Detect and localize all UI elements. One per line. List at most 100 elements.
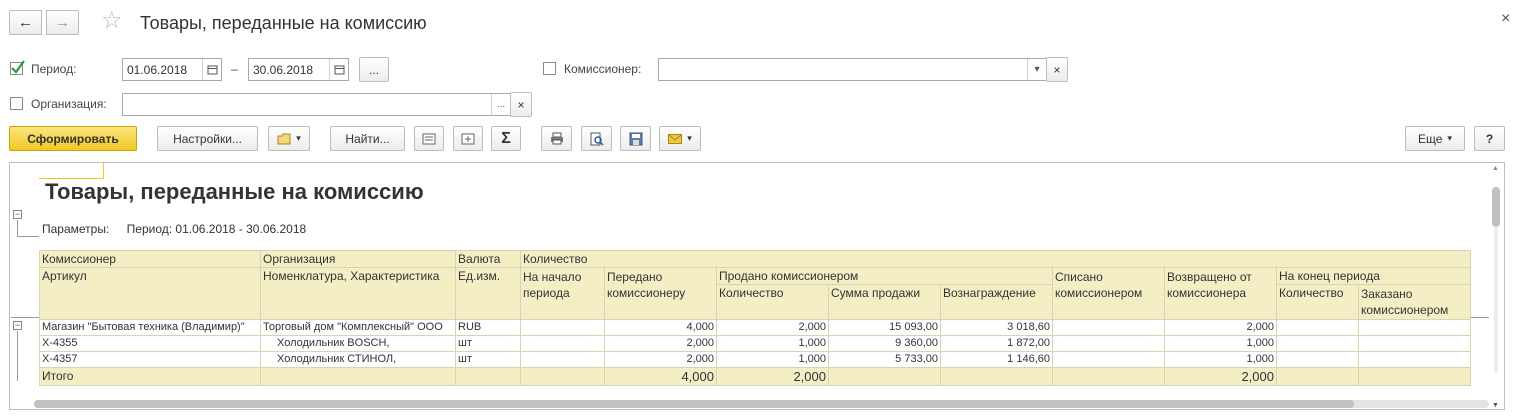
sum-icon: Σ — [501, 129, 511, 147]
period-to-value: 30.06.2018 — [253, 62, 314, 77]
report-area[interactable]: − Товары, переданные на комиссию Парамет… — [9, 162, 1505, 410]
header-cell: На конец периода — [1276, 267, 1471, 285]
period-select-button[interactable]: ... — [359, 57, 389, 82]
organization-clear-button[interactable]: × — [510, 92, 532, 117]
calendar-icon[interactable] — [329, 59, 348, 80]
table-row[interactable]: Магазин "Бытовая техника (Владимир)" Тор… — [39, 319, 1471, 336]
table-cell: Магазин "Бытовая техника (Владимир)" — [39, 319, 261, 336]
favorite-star-icon[interactable]: ☆ — [101, 8, 123, 34]
table-row[interactable]: X-4355 Холодильник BOSCH, шт 2,000 1,000… — [39, 335, 1471, 352]
chevron-down-icon: ▾ — [687, 133, 692, 143]
clear-icon: × — [517, 97, 525, 112]
commissioner-checkbox[interactable] — [543, 62, 556, 75]
select-icon[interactable]: ... — [491, 94, 510, 115]
table-cell — [520, 335, 605, 352]
forward-button[interactable]: → — [46, 10, 79, 35]
collapse-groups-button[interactable] — [453, 126, 483, 151]
close-icon[interactable]: × — [1501, 10, 1510, 28]
table-cell — [520, 351, 605, 368]
table-cell — [828, 367, 941, 386]
variants-button[interactable]: ▾ — [268, 126, 310, 151]
header-cell: Номенклатура, Характеристика — [260, 267, 456, 320]
total-row[interactable]: Итого 4,000 2,000 2,000 — [39, 367, 1471, 386]
save-icon — [629, 132, 642, 145]
period-checkbox[interactable] — [10, 60, 25, 75]
period-label: Период: — [31, 62, 77, 76]
commissioner-clear-button[interactable]: × — [1046, 57, 1068, 82]
checkmark-icon — [11, 60, 25, 74]
collapse-group-icon[interactable]: − — [13, 210, 22, 219]
folder-icon — [277, 133, 291, 144]
header-cell: Количество — [1276, 284, 1359, 320]
table-cell: Холодильник BOSCH, — [260, 335, 456, 352]
expand-groups-button[interactable] — [414, 126, 444, 151]
table-cell — [1358, 319, 1471, 336]
table-cell — [1276, 351, 1359, 368]
params-value: Период: 01.06.2018 - 30.06.2018 — [126, 222, 307, 236]
table-cell — [520, 367, 605, 386]
table-cell: 2,000 — [716, 319, 829, 336]
header-cell: Вознаграждение — [940, 284, 1053, 320]
help-button[interactable]: ? — [1474, 126, 1505, 151]
organization-checkbox[interactable] — [10, 97, 23, 110]
generate-button[interactable]: Сформировать — [9, 126, 137, 151]
period-from-field[interactable]: 01.06.2018 — [122, 58, 222, 81]
group-line — [17, 220, 39, 237]
report-title: Товары, переданные на комиссию — [45, 179, 424, 204]
header-cell: Количество — [520, 250, 1471, 268]
table-cell — [455, 367, 521, 386]
table-row[interactable]: X-4357 Холодильник СТИНОЛ, шт 2,000 1,00… — [39, 351, 1471, 368]
table-cell — [1052, 367, 1165, 386]
settings-button[interactable]: Настройки... — [157, 126, 258, 151]
arrow-left-icon: ← — [18, 14, 33, 31]
organization-field[interactable]: ... — [122, 93, 511, 116]
table-cell: шт — [455, 335, 521, 352]
header-cell: Продано комиссионером — [716, 267, 1053, 285]
vertical-scroll-track — [1494, 227, 1498, 372]
table-cell — [1052, 351, 1165, 368]
collapse-group-icon[interactable]: − — [13, 321, 22, 330]
table-cell — [1276, 335, 1359, 352]
sum-button[interactable]: Σ — [491, 126, 521, 151]
horizontal-scrollbar[interactable] — [34, 400, 1489, 408]
back-button[interactable]: ← — [9, 10, 42, 35]
save-button[interactable] — [620, 126, 651, 151]
table-cell — [1358, 351, 1471, 368]
envelope-icon — [668, 133, 683, 144]
period-to-field[interactable]: 30.06.2018 — [248, 58, 349, 81]
find-button[interactable]: Найти... — [330, 126, 405, 151]
table-cell: 1 146,60 — [940, 351, 1053, 368]
header-cell: На начало периода — [520, 267, 605, 320]
scroll-down-icon[interactable]: ▼ — [1492, 402, 1499, 409]
chevron-down-icon: ▾ — [296, 133, 301, 143]
report-table: Комиссионер Организация Валюта Количеств… — [39, 250, 1471, 386]
vertical-scrollbar[interactable]: ▲ ▼ — [1492, 165, 1500, 409]
total-cell: 2,000 — [716, 367, 829, 386]
header-cell: Списано комиссионером — [1052, 267, 1165, 320]
header-cell: Передано комиссионеру — [604, 267, 717, 320]
scroll-up-icon[interactable]: ▲ — [1492, 165, 1499, 172]
table-cell — [1358, 367, 1471, 386]
table-cell — [1358, 335, 1471, 352]
calendar-icon[interactable] — [202, 59, 221, 80]
send-button[interactable]: ▾ — [659, 126, 701, 151]
table-cell: X-4357 — [39, 351, 261, 368]
commissioner-field[interactable]: ▾ — [658, 58, 1047, 81]
more-button[interactable]: Еще ▾ — [1405, 126, 1465, 151]
preview-button[interactable] — [581, 126, 612, 151]
more-label: Еще — [1418, 131, 1443, 146]
table-cell: Холодильник СТИНОЛ, — [260, 351, 456, 368]
header-row: Артикул Номенклатура, Характеристика Ед.… — [39, 267, 1471, 320]
table-cell: 1 872,00 — [940, 335, 1053, 352]
table-cell: 1,000 — [1164, 335, 1277, 352]
table-cell: Торговый дом "Комплексный" ООО — [260, 319, 456, 336]
print-button[interactable] — [541, 126, 572, 151]
horizontal-scroll-thumb[interactable] — [34, 400, 1354, 408]
header-cell: Сумма продажи — [828, 284, 941, 320]
group-line — [17, 331, 39, 381]
dropdown-icon[interactable]: ▾ — [1027, 59, 1046, 80]
period-from-value: 01.06.2018 — [127, 62, 188, 77]
total-cell: 4,000 — [604, 367, 717, 386]
vertical-scroll-thumb[interactable] — [1492, 187, 1500, 227]
report-params: Параметры: Период: 01.06.2018 - 30.06.20… — [42, 222, 306, 236]
